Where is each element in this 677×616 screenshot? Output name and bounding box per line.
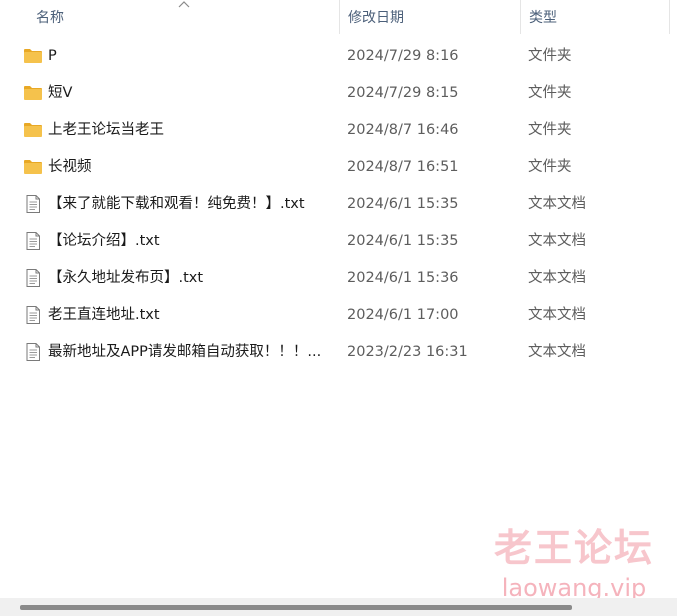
watermark-title: 老王论坛 [493, 526, 654, 570]
file-type: 文件夹 [528, 159, 572, 175]
file-type: 文本文档 [528, 344, 586, 360]
file-name: 最新地址及APP请发邮箱自动获取！！！... [48, 344, 322, 360]
text-document-icon [26, 343, 40, 361]
file-name: P [48, 48, 57, 64]
watermark: 老王论坛 laowang.vip [484, 525, 664, 603]
file-row[interactable]: 长视频 2024/8/7 16:51 文件夹 [0, 149, 677, 186]
file-name: 长视频 [48, 159, 92, 175]
file-row[interactable]: 【来了就能下载和观看！纯免费！】.txt 2024/6/1 15:35 文本文档 [0, 186, 677, 223]
file-modified-date: 2024/7/29 8:16 [347, 48, 459, 64]
file-type: 文本文档 [528, 307, 586, 323]
file-row[interactable]: 老王直连地址.txt 2024/6/1 17:00 文本文档 [0, 297, 677, 334]
file-row[interactable]: 短V 2024/7/29 8:15 文件夹 [0, 75, 677, 112]
file-modified-date: 2024/8/7 16:51 [347, 159, 459, 175]
text-document-icon [26, 232, 40, 250]
file-modified-date: 2024/6/1 15:36 [347, 270, 459, 286]
file-type: 文本文档 [528, 233, 586, 249]
column-header-type-label: 类型 [529, 10, 557, 26]
file-modified-date: 2024/8/7 16:46 [347, 122, 459, 138]
file-type: 文件夹 [528, 48, 572, 64]
file-modified-date: 2024/6/1 17:00 [347, 307, 459, 323]
file-row[interactable]: 【论坛介绍】.txt 2024/6/1 15:35 文本文档 [0, 223, 677, 260]
text-document-icon [26, 195, 40, 213]
folder-icon [24, 86, 42, 100]
file-row[interactable]: 上老王论坛当老王 2024/8/7 16:46 文件夹 [0, 112, 677, 149]
file-type: 文件夹 [528, 85, 572, 101]
column-header-type[interactable]: 类型 [520, 0, 670, 34]
file-modified-date: 2024/6/1 15:35 [347, 233, 459, 249]
file-type: 文本文档 [528, 196, 586, 212]
file-explorer-window: 名称 修改日期 类型 P 2024/7/29 8:16 文件夹 短V 2024/… [0, 0, 677, 616]
folder-icon [24, 49, 42, 63]
file-modified-date: 2023/2/23 16:31 [347, 344, 468, 360]
file-name: 老王直连地址.txt [48, 307, 160, 323]
column-header-date-label: 修改日期 [348, 10, 404, 26]
column-header-bar: 名称 修改日期 类型 [0, 0, 677, 34]
file-name: 【来了就能下载和观看！纯免费！】.txt [48, 196, 305, 212]
folder-icon [24, 160, 42, 174]
file-type: 文本文档 [528, 270, 586, 286]
horizontal-scrollbar[interactable] [0, 598, 677, 616]
file-row[interactable]: P 2024/7/29 8:16 文件夹 [0, 38, 677, 75]
file-row[interactable]: 最新地址及APP请发邮箱自动获取！！！... 2023/2/23 16:31 文… [0, 334, 677, 371]
file-modified-date: 2024/7/29 8:15 [347, 85, 459, 101]
file-name: 【论坛介绍】.txt [48, 233, 160, 249]
file-modified-date: 2024/6/1 15:35 [347, 196, 459, 212]
text-document-icon [26, 306, 40, 324]
file-name: 【永久地址发布页】.txt [48, 270, 204, 286]
scrollbar-thumb[interactable] [20, 605, 572, 610]
file-name: 上老王论坛当老王 [48, 122, 164, 138]
sort-up-chevron-icon [178, 1, 190, 8]
column-header-name-label: 名称 [36, 10, 64, 26]
column-header-spacer [669, 0, 677, 34]
text-document-icon [26, 269, 40, 287]
file-type: 文件夹 [528, 122, 572, 138]
file-row[interactable]: 【永久地址发布页】.txt 2024/6/1 15:36 文本文档 [0, 260, 677, 297]
file-list: P 2024/7/29 8:16 文件夹 短V 2024/7/29 8:15 文… [0, 38, 677, 371]
file-name: 短V [48, 85, 73, 101]
folder-icon [24, 123, 42, 137]
column-header-date[interactable]: 修改日期 [339, 0, 520, 34]
